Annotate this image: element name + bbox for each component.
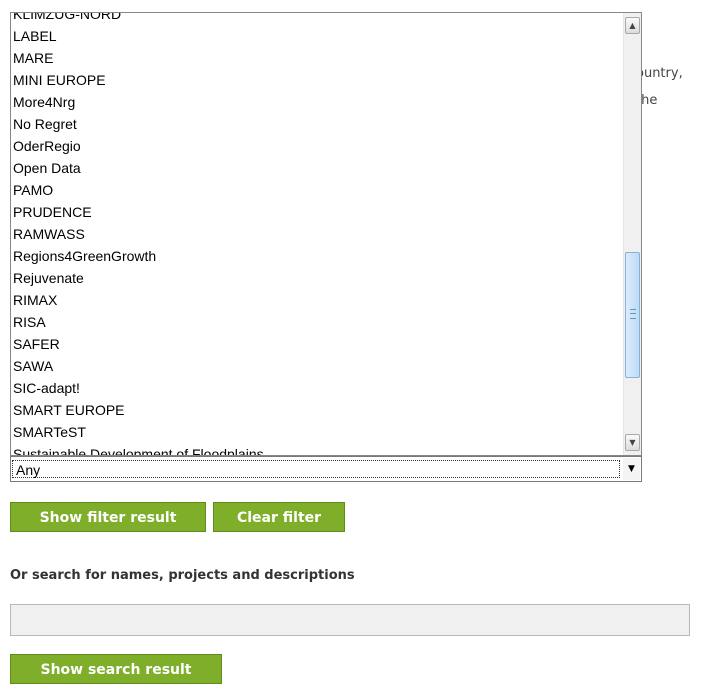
dropdown-option[interactable]: Open Data bbox=[11, 157, 623, 179]
dropdown-option[interactable]: OderRegio bbox=[11, 135, 623, 157]
dropdown-option[interactable]: MINI EUROPE bbox=[11, 69, 623, 91]
dropdown-option[interactable]: PRUDENCE bbox=[11, 201, 623, 223]
clear-filter-button[interactable]: Clear filter bbox=[213, 502, 345, 532]
chevron-down-icon[interactable]: ▼ bbox=[623, 458, 640, 480]
grip-icon bbox=[630, 309, 636, 319]
dropdown-option[interactable]: SIC-adapt! bbox=[11, 377, 623, 399]
show-filter-result-button[interactable]: Show filter result bbox=[10, 502, 206, 532]
dropdown-option[interactable]: Sustainable Development of Floodplains bbox=[11, 443, 623, 455]
select-current-value: Any bbox=[12, 460, 620, 478]
dropdown-options: KLIMZUG-NORD LABEL MARE MINI EUROPE More4Nrg… bbox=[11, 13, 623, 455]
project-select[interactable]: Any ▼ bbox=[10, 456, 642, 482]
scroll-down-arrow-icon[interactable]: ▼ bbox=[625, 434, 640, 451]
background-text-line: ountry, bbox=[636, 66, 683, 81]
show-search-result-button[interactable]: Show search result bbox=[10, 654, 222, 684]
dropdown-option[interactable]: More4Nrg bbox=[11, 91, 623, 113]
dropdown-option[interactable]: No Regret bbox=[11, 113, 623, 135]
scroll-thumb[interactable] bbox=[625, 252, 640, 378]
dropdown-option[interactable]: SMARTeST bbox=[11, 421, 623, 443]
search-section-label: Or search for names, projects and descri… bbox=[10, 568, 355, 583]
dropdown-option[interactable]: KLIMZUG-NORD bbox=[11, 13, 623, 25]
dropdown-option[interactable]: RAMWASS bbox=[11, 223, 623, 245]
scroll-up-arrow-icon[interactable]: ▲ bbox=[625, 17, 640, 34]
dropdown-option[interactable]: MARE bbox=[11, 47, 623, 69]
dropdown-option[interactable]: Regions4GreenGrowth bbox=[11, 245, 623, 267]
search-input[interactable] bbox=[10, 604, 690, 636]
dropdown-option[interactable]: SAWA bbox=[11, 355, 623, 377]
dropdown-option[interactable]: SAFER bbox=[11, 333, 623, 355]
dropdown-scrollbar[interactable]: ▲ ▼ bbox=[623, 13, 641, 455]
dropdown-option[interactable]: RISA bbox=[11, 311, 623, 333]
dropdown-option[interactable]: PAMO bbox=[11, 179, 623, 201]
dropdown-option[interactable]: RIMAX bbox=[11, 289, 623, 311]
project-dropdown-list[interactable]: KLIMZUG-NORD LABEL MARE MINI EUROPE More4Nrg… bbox=[10, 12, 642, 456]
dropdown-option[interactable]: LABEL bbox=[11, 25, 623, 47]
dropdown-option[interactable]: SMART EUROPE bbox=[11, 399, 623, 421]
dropdown-option[interactable]: Rejuvenate bbox=[11, 267, 623, 289]
